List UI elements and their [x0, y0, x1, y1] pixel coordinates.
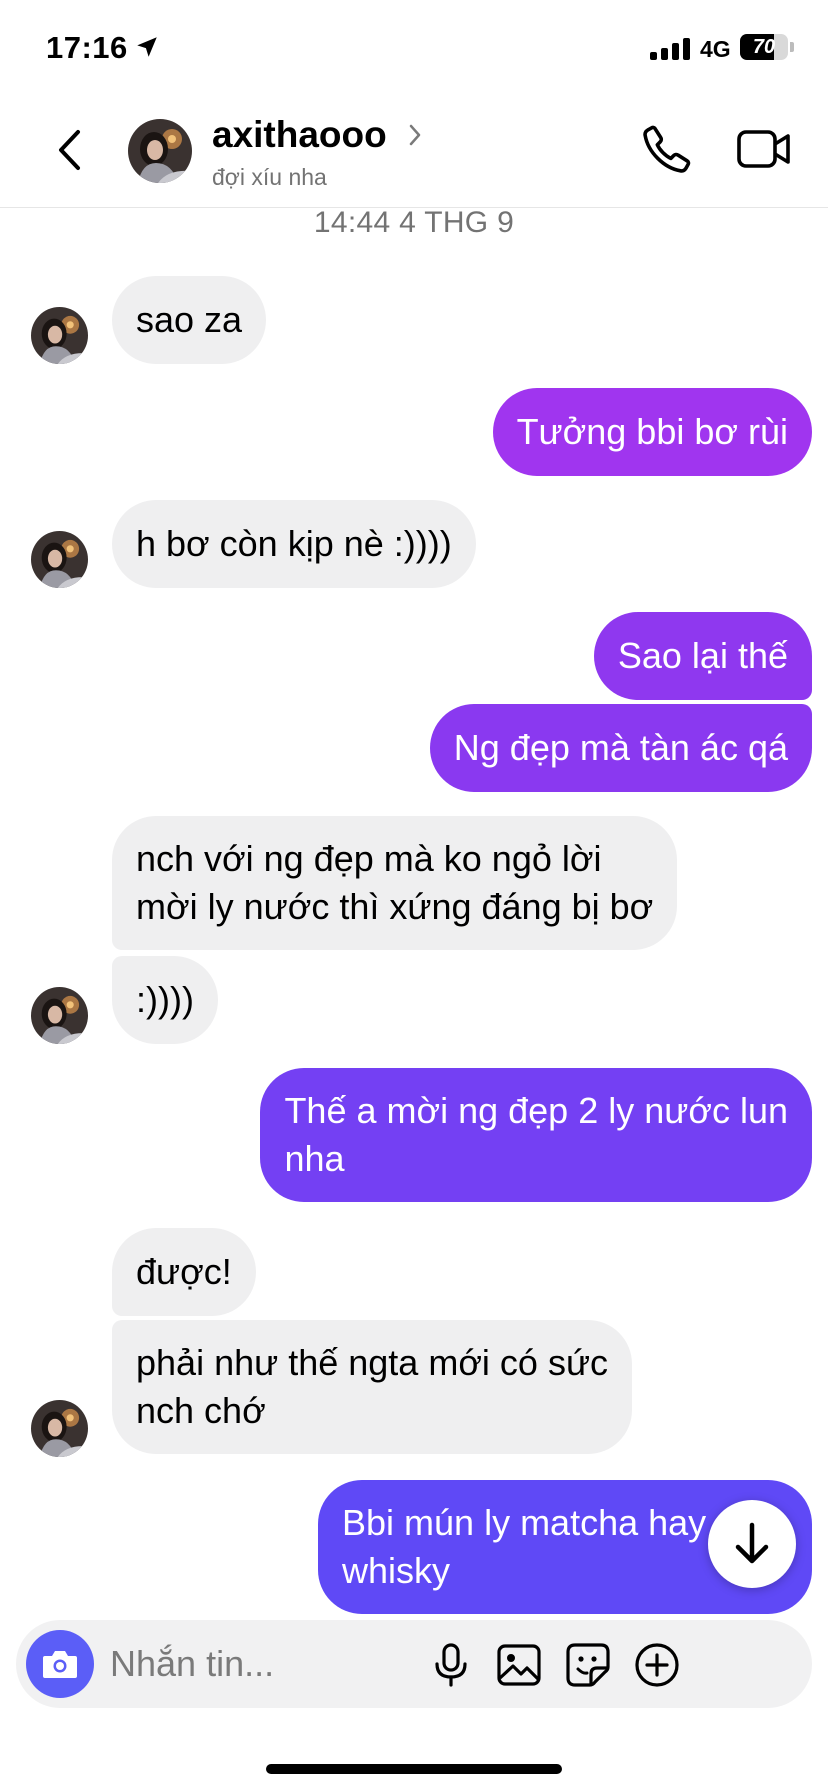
video-camera-icon: [737, 130, 790, 168]
contact-name[interactable]: axithaooo: [212, 114, 387, 156]
network-label: 4G: [700, 36, 731, 62]
message-text: phải như thế ngta mới có sức: [136, 1342, 609, 1383]
signal-icon: [650, 38, 694, 60]
message-bubble-incoming[interactable]: phải như thế ngta mới có sức nch chớ: [112, 1320, 633, 1454]
message-text: nch với ng đẹp mà ko ngỏ lời: [136, 838, 602, 879]
message-text: Tưởng bbi bơ rùi: [516, 411, 788, 452]
chevron-right-icon: [409, 124, 421, 146]
home-indicator: [266, 1764, 562, 1774]
sticker-button[interactable]: [563, 1640, 613, 1690]
camera-icon: [43, 1651, 77, 1678]
avatar[interactable]: [31, 1400, 88, 1457]
more-options-button[interactable]: [632, 1640, 682, 1690]
camera-button[interactable]: [26, 1630, 94, 1698]
message-text: nha: [284, 1138, 345, 1179]
microphone-icon: [435, 1643, 467, 1687]
image-icon: [497, 1644, 541, 1686]
plus-circle-icon: [635, 1643, 679, 1687]
message-bubble-incoming[interactable]: nch với ng đẹp mà ko ngỏ lời mời ly nước…: [112, 816, 678, 950]
conversation-timestamp: 14:44 4 THG 9: [313, 206, 515, 239]
scroll-to-bottom-button[interactable]: [708, 1500, 796, 1588]
avatar[interactable]: [31, 987, 88, 1044]
message-text: mời ly nước thì xứng đáng bị bơ: [136, 886, 654, 927]
message-text: nch chớ: [136, 1390, 266, 1431]
message-bubble-incoming[interactable]: được!: [112, 1228, 256, 1316]
back-button[interactable]: [50, 125, 90, 175]
message-text: sao za: [136, 299, 243, 340]
message-text: h bơ còn kịp nè :)))): [136, 523, 452, 564]
message-bubble-incoming[interactable]: :)))): [112, 956, 218, 1044]
gallery-button[interactable]: [494, 1640, 544, 1690]
message-text: được!: [136, 1251, 232, 1292]
arrow-down-icon: [735, 1522, 769, 1564]
video-call-button[interactable]: [736, 126, 792, 172]
message-composer: [16, 1620, 812, 1708]
message-bubble-incoming[interactable]: sao za: [112, 276, 267, 364]
chat-header: axithaooo đợi xíu nha: [0, 100, 828, 208]
chevron-left-icon: [59, 130, 80, 170]
status-time: 17:16: [46, 30, 160, 66]
message-bubble-outgoing[interactable]: Thế a mời ng đẹp 2 ly nước lun nha: [260, 1068, 812, 1202]
call-button[interactable]: [640, 122, 694, 176]
battery-icon: 70: [740, 34, 788, 60]
message-text: :)))): [136, 979, 194, 1020]
message-bubble-outgoing[interactable]: Tưởng bbi bơ rùi: [492, 388, 812, 476]
message-input[interactable]: [110, 1634, 470, 1694]
message-text: Thế a mời ng đẹp 2 ly nước lun: [284, 1090, 788, 1131]
phone-icon: [643, 125, 691, 173]
battery-label: 70: [752, 36, 776, 58]
sticker-icon: [566, 1643, 610, 1687]
contact-status: đợi xíu nha: [212, 164, 327, 190]
battery-tip: [790, 42, 794, 52]
message-bubble-incoming[interactable]: h bơ còn kịp nè :)))): [112, 500, 476, 588]
avatar[interactable]: [128, 119, 192, 183]
message-bubble-outgoing[interactable]: Sao lại thế: [593, 612, 812, 700]
location-arrow-icon: [137, 37, 157, 57]
status-time-text: 17:16: [46, 30, 128, 65]
avatar[interactable]: [31, 531, 88, 588]
chat-screen: 17:16 4G 70 axithaooo đợi xíu nha 14:44 …: [0, 0, 828, 1792]
message-text: Sao lại thế: [617, 635, 788, 676]
message-bubble-outgoing[interactable]: Ng đẹp mà tàn ác qá: [429, 704, 812, 792]
avatar[interactable]: [31, 307, 88, 364]
voice-message-button[interactable]: [426, 1640, 476, 1690]
message-text: Ng đẹp mà tàn ác qá: [453, 727, 788, 768]
